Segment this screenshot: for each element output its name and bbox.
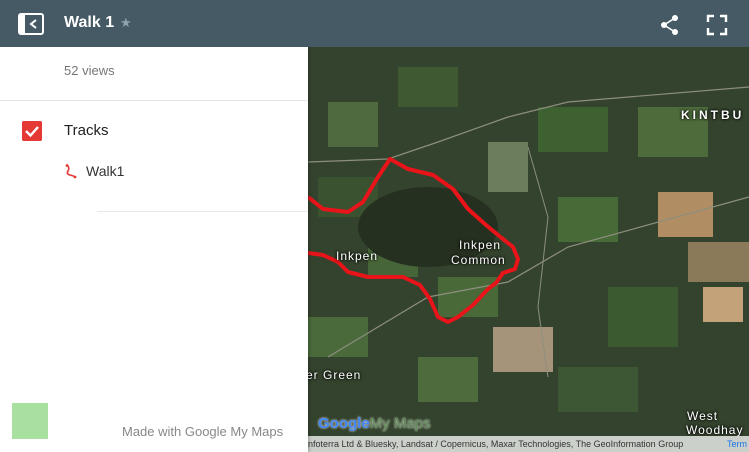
route-icon [65, 164, 77, 179]
map-label-inkpen-common-2: Common [451, 253, 506, 267]
map-label-kintbury: KINTBU [681, 108, 745, 122]
divider [0, 100, 308, 101]
track-item-walk1[interactable]: Walk1 [86, 163, 124, 179]
panel-collapse-icon[interactable] [18, 13, 44, 35]
divider [97, 211, 308, 212]
google-my-maps-logo: GoogleMy Maps [318, 415, 431, 432]
top-bar: Walk 1 ★ [0, 0, 749, 47]
layer-checkbox[interactable] [22, 121, 42, 141]
layer-title[interactable]: Tracks [64, 122, 108, 139]
map-title[interactable]: Walk 1 [64, 14, 114, 32]
map-attribution: nfoterra Ltd & Bluesky, Landsat / Copern… [308, 436, 749, 452]
map-view[interactable]: KINTBU Inkpen Inkpen Common er Green Wes… [308, 47, 749, 452]
map-label-inkpen-common: Inkpen [459, 238, 502, 252]
legend-panel: 52 views Tracks Walk1 Made with Google M… [0, 47, 308, 452]
map-label-green: er Green [308, 368, 362, 382]
map-label-inkpen: Inkpen [336, 249, 379, 263]
share-icon[interactable] [659, 14, 681, 36]
made-with-text: Made with Google My Maps [122, 424, 284, 439]
map-label-woodhay: Woodhay [686, 423, 744, 437]
fullscreen-icon[interactable] [706, 14, 728, 36]
view-count: 52 views [64, 63, 115, 78]
map-label-west: West [687, 409, 719, 423]
star-icon[interactable]: ★ [120, 15, 132, 31]
avatar [12, 403, 48, 439]
terms-link[interactable]: Term [727, 436, 747, 452]
